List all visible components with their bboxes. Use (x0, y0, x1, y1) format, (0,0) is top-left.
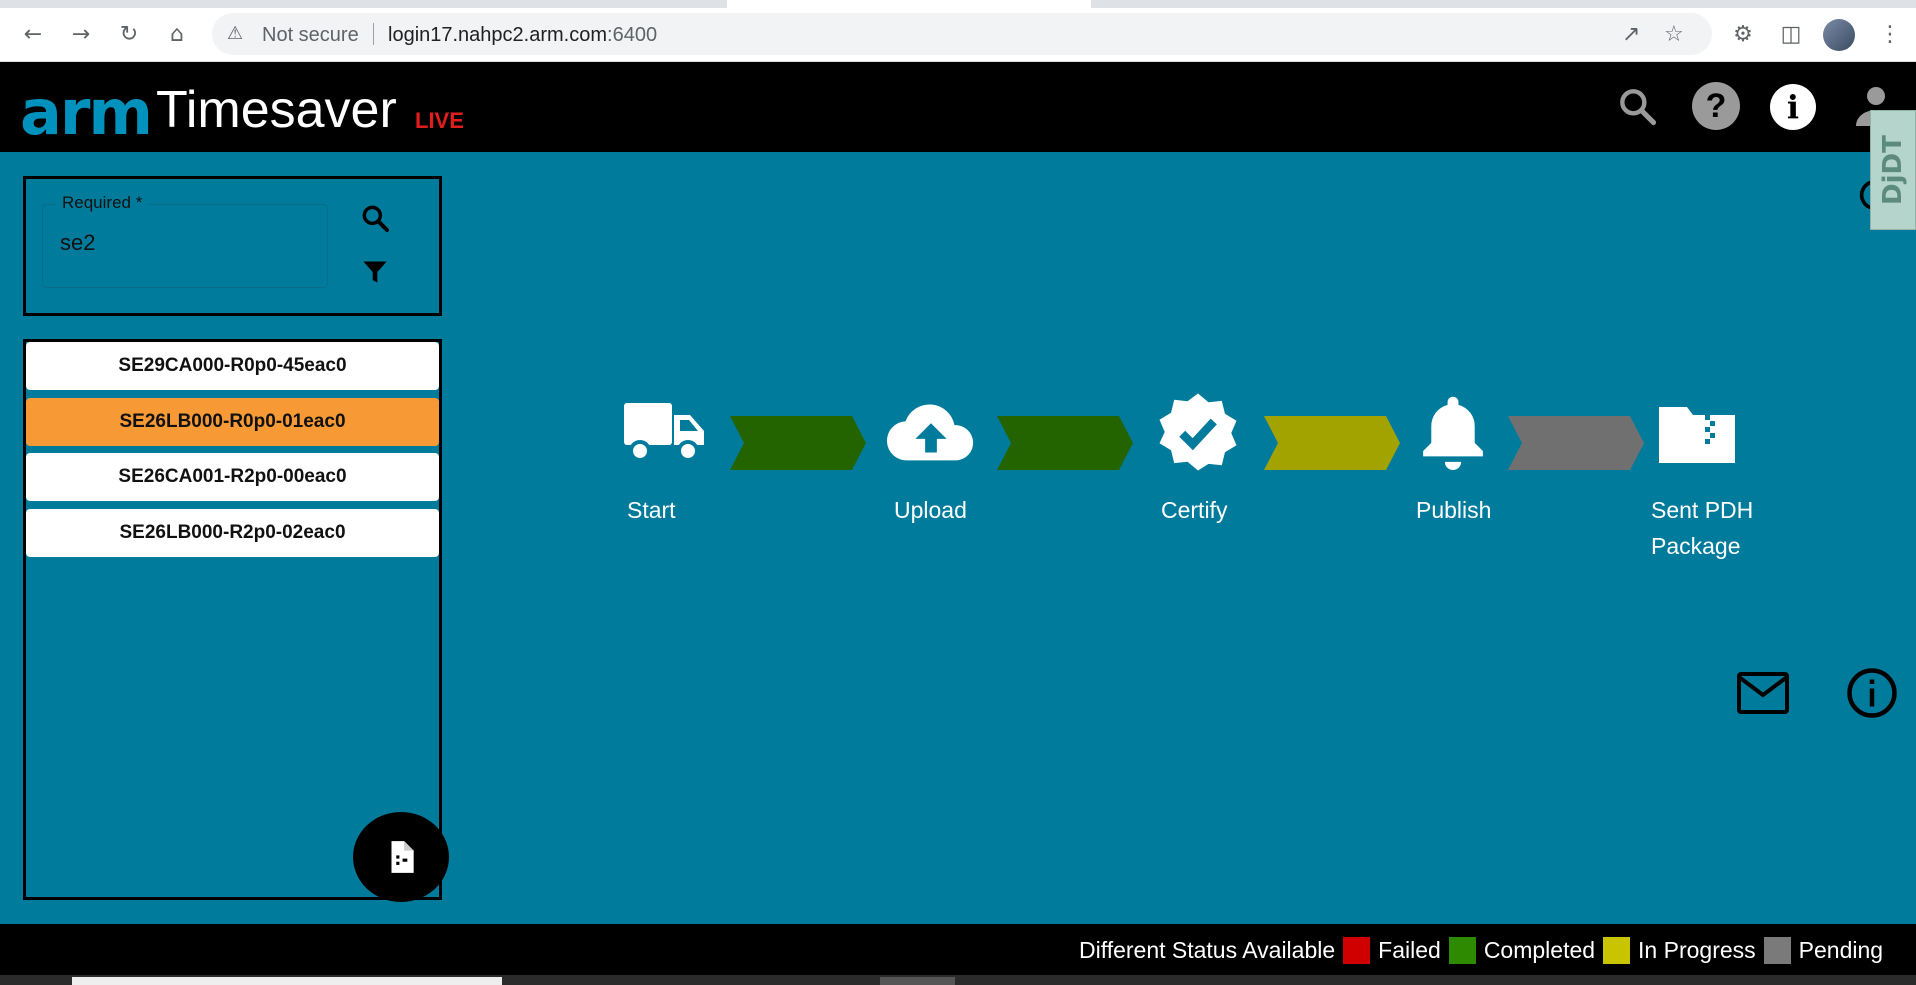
step-label-publish: Publish (1416, 497, 1492, 523)
info-outline-icon[interactable] (1845, 666, 1899, 720)
legend-swatch-completed (1448, 937, 1476, 964)
search-button[interactable] (355, 198, 395, 238)
list-item[interactable]: SE26CA001-R2p0-00eac0 (26, 453, 439, 501)
truck-icon[interactable] (620, 394, 710, 470)
reload-icon[interactable]: ↻ (114, 19, 144, 49)
tab-strip (0, 0, 1916, 8)
mail-icon[interactable] (1736, 666, 1790, 720)
filter-icon (363, 261, 387, 283)
active-tab[interactable] (727, 0, 1091, 8)
field-label: Required * (56, 193, 149, 213)
filter-button[interactable] (355, 252, 395, 292)
search-input[interactable] (60, 230, 310, 256)
bell-icon[interactable] (1408, 394, 1498, 470)
legend-swatch-failed (1343, 937, 1371, 964)
list-item[interactable]: SE29CA000-R0p0-45eac0 (26, 342, 439, 390)
search-icon (362, 205, 389, 232)
taskbar-window[interactable] (72, 977, 502, 985)
legend-label-pending: Pending (1798, 937, 1884, 963)
menu-kebab-icon[interactable]: ⋮ (1875, 19, 1905, 49)
connector-in-progress (1264, 416, 1400, 470)
legend-label-completed: Completed (1483, 937, 1596, 963)
connector-completed (997, 416, 1133, 470)
security-status[interactable]: Not secure (262, 24, 359, 47)
help-icon[interactable]: ? (1692, 82, 1740, 130)
connector-pending (1508, 416, 1644, 470)
list-item[interactable]: SE26LB000-R2p0-02eac0 (26, 509, 439, 557)
legend-label-failed: Failed (1378, 937, 1441, 963)
url-text[interactable]: login17.nahpc2.arm.com:6400 (388, 24, 657, 47)
taskbar-window[interactable] (880, 977, 955, 985)
legend-swatch-pending (1763, 937, 1791, 964)
warning-icon[interactable]: ⚠ (227, 23, 243, 44)
forward-icon[interactable]: → (66, 19, 96, 49)
folder-zip-icon[interactable] (1652, 394, 1742, 470)
cloud-upload-icon[interactable] (886, 394, 976, 470)
os-taskbar (0, 975, 1916, 985)
app-title: Timesaver (156, 81, 397, 139)
step-label-upload: Upload (894, 497, 967, 523)
list-item-selected[interactable]: SE26LB000-R0p0-01eac0 (26, 398, 439, 446)
step-label-line1: Sent PDH (1651, 497, 1754, 523)
step-label-sent-pdh: Sent PDH Package (1651, 492, 1753, 564)
side-panel-icon[interactable]: ◫ (1776, 19, 1806, 49)
legend-swatch-in-progress (1603, 937, 1631, 964)
step-label-certify: Certify (1161, 497, 1228, 523)
share-icon[interactable]: ↗ (1622, 22, 1640, 47)
back-icon[interactable]: ← (18, 19, 48, 49)
browser-chrome: ← → ↻ ⌂ ⚠ Not secure login17.nahpc2.arm.… (0, 0, 1916, 62)
debug-toolbar-handle[interactable]: DjDT (1870, 110, 1916, 230)
document-fab-button[interactable] (353, 812, 449, 902)
extensions-icon[interactable]: ⚙ (1728, 19, 1758, 49)
verified-badge-icon[interactable] (1153, 393, 1243, 471)
live-badge: LIVE (415, 108, 464, 133)
search-icon[interactable] (1613, 82, 1661, 130)
home-icon[interactable]: ⌂ (162, 19, 192, 49)
step-label-start: Start (627, 497, 676, 523)
profile-avatar[interactable] (1823, 19, 1855, 51)
arm-logo[interactable]: arm (20, 76, 153, 149)
step-label-line2: Package (1651, 533, 1741, 559)
divider (373, 23, 374, 45)
address-bar[interactable]: ⚠ Not secure login17.nahpc2.arm.com:6400… (212, 13, 1712, 55)
legend-label-in-progress: In Progress (1638, 937, 1756, 963)
info-icon[interactable]: i (1770, 84, 1816, 130)
document-icon (391, 841, 414, 873)
status-legend: Different Status Available Failed Comple… (1079, 937, 1883, 964)
connector-completed (730, 416, 866, 470)
bookmark-star-icon[interactable]: ☆ (1664, 22, 1684, 47)
legend-title: Different Status Available (1079, 937, 1336, 963)
